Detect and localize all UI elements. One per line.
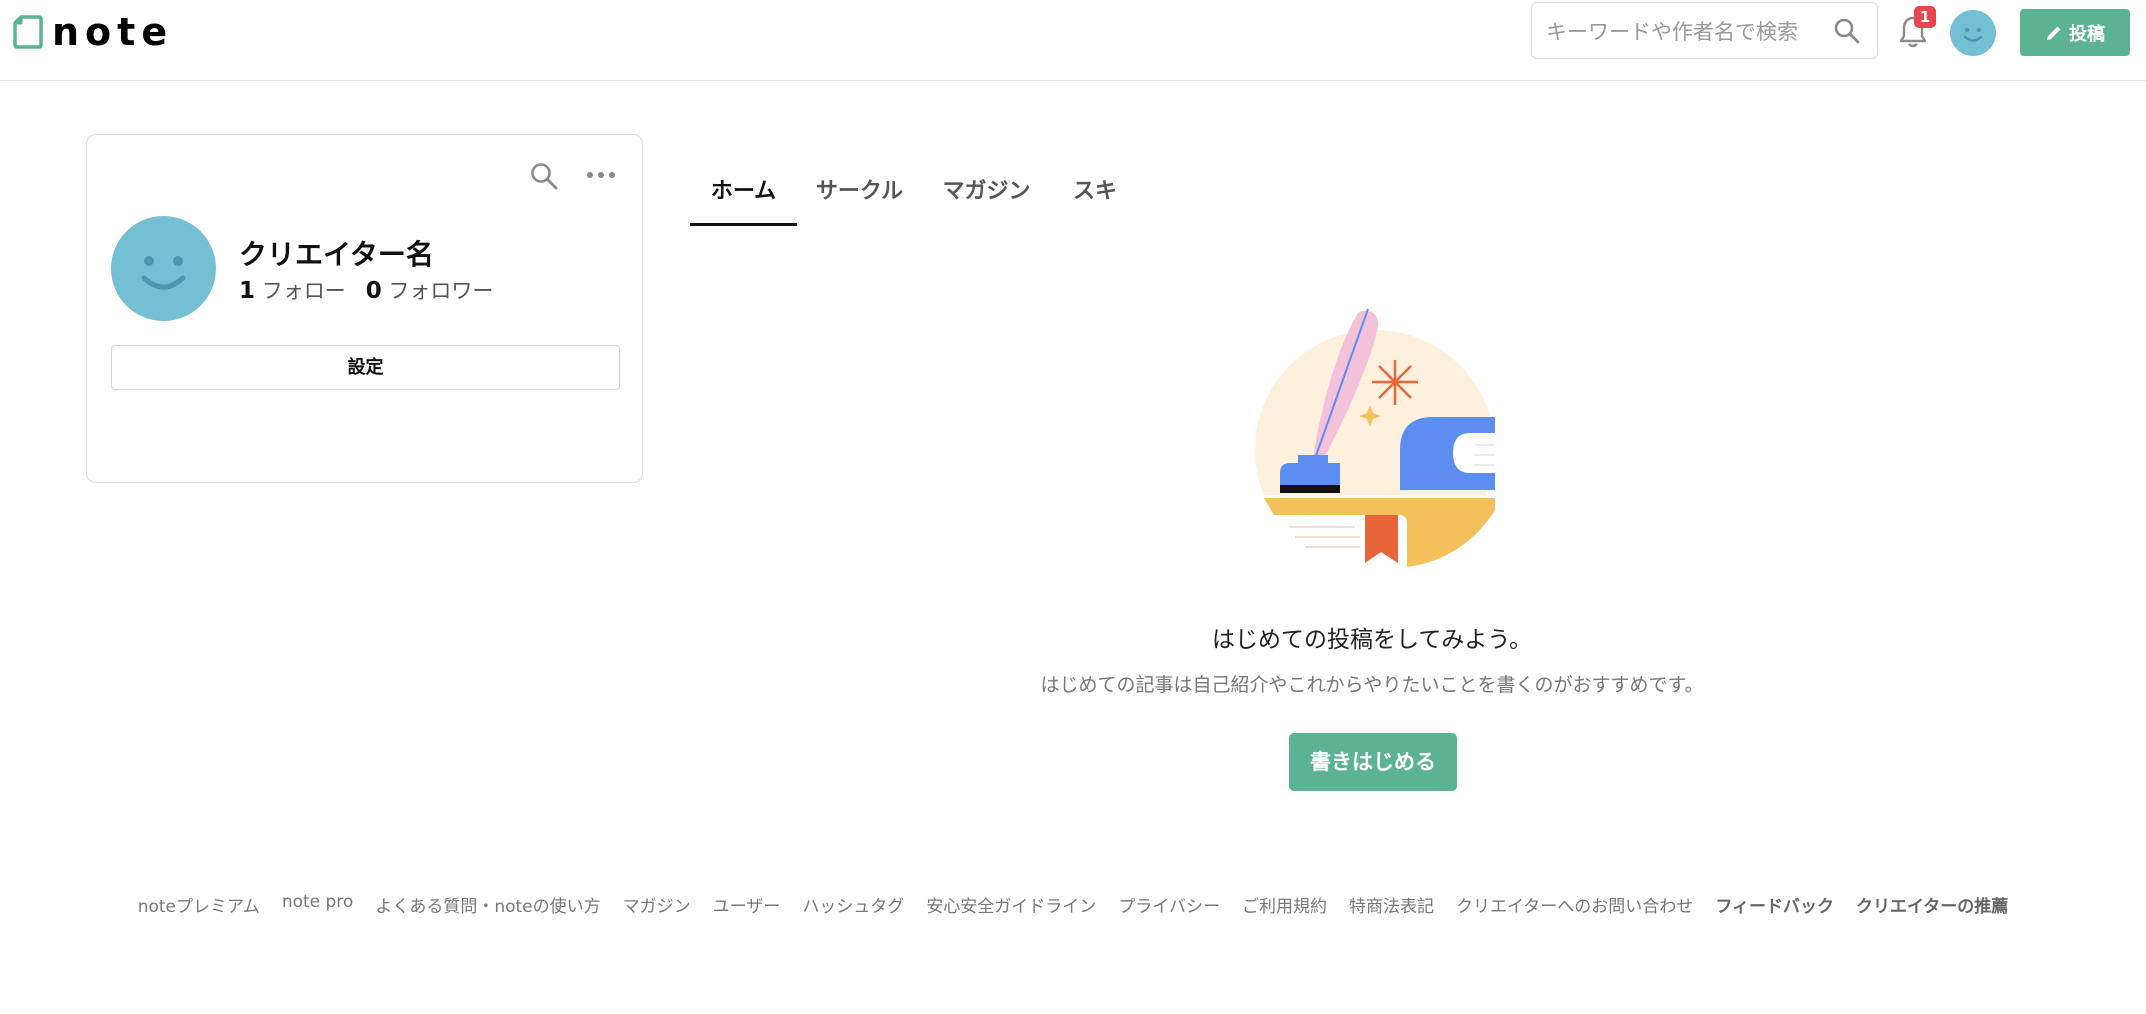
post-button[interactable]: 投稿 — [2020, 9, 2130, 56]
footer-link-tokushoho[interactable]: 特商法表記 — [1349, 892, 1434, 917]
logo-text: note — [52, 10, 174, 54]
follow-stats: 1 フォロー 0 フォロワー — [239, 275, 493, 305]
tab-home[interactable]: ホーム — [690, 168, 797, 226]
more-icon[interactable] — [587, 172, 615, 178]
tab-circle[interactable]: サークル — [807, 168, 912, 226]
empty-state-description: はじめての記事は自己紹介やこれからやりたいことを書くのがおすすめです。 — [1040, 674, 1704, 696]
writing-illustration — [1255, 308, 1495, 570]
profile-card: クリエイター名 1 フォロー 0 フォロワー 設定 — [86, 134, 643, 483]
footer-link-hashtag[interactable]: ハッシュタグ — [802, 892, 904, 917]
footer-link-guideline[interactable]: 安心安全ガイドライン — [926, 892, 1096, 917]
pencil-icon — [2047, 26, 2061, 40]
footer-link-contact[interactable]: クリエイターへのお問い合わせ — [1456, 892, 1693, 917]
follower-label[interactable]: フォロワー — [388, 279, 493, 303]
footer-links: noteプレミアム note pro よくある質問・noteの使い方 マガジン … — [0, 892, 2146, 917]
smiley-icon — [141, 256, 186, 290]
search-box — [1531, 2, 1878, 60]
follower-count[interactable]: 0 — [366, 278, 382, 304]
settings-button[interactable]: 設定 — [111, 345, 620, 390]
footer-link-note-pro[interactable]: note pro — [282, 892, 354, 917]
footer-link-privacy[interactable]: プライバシー — [1118, 892, 1220, 917]
footer-link-terms[interactable]: ご利用規約 — [1242, 892, 1327, 917]
top-header: note 1 投稿 — [0, 0, 2146, 81]
post-button-label: 投稿 — [2069, 23, 2105, 45]
creator-name: クリエイター名 — [239, 238, 434, 271]
smiley-icon — [1963, 27, 1983, 42]
tab-magazine[interactable]: マガジン — [934, 168, 1039, 226]
start-writing-button[interactable]: 書きはじめる — [1289, 733, 1457, 791]
notification-badge: 1 — [1914, 6, 1936, 28]
footer-link-premium[interactable]: noteプレミアム — [138, 892, 260, 917]
note-logo[interactable]: note — [12, 12, 173, 52]
note-logo-icon — [13, 15, 43, 49]
tab-suki[interactable]: スキ — [1060, 168, 1130, 226]
footer-link-magazine[interactable]: マガジン — [623, 892, 691, 917]
follow-count[interactable]: 1 — [239, 278, 255, 304]
footer-link-faq[interactable]: よくある質問・noteの使い方 — [375, 892, 600, 917]
search-input[interactable] — [1544, 3, 1828, 60]
user-avatar[interactable] — [1950, 10, 1996, 56]
footer-link-feedback[interactable]: フィードバック — [1715, 892, 1834, 917]
search-icon[interactable] — [1833, 17, 1861, 45]
empty-state-title: はじめての投稿をしてみよう。 — [1212, 627, 1532, 653]
creator-avatar[interactable] — [111, 216, 216, 321]
footer-link-users[interactable]: ユーザー — [713, 892, 781, 917]
follow-label[interactable]: フォロー — [262, 279, 346, 303]
search-icon[interactable] — [529, 161, 559, 191]
footer-link-recommend[interactable]: クリエイターの推薦 — [1856, 892, 2008, 917]
